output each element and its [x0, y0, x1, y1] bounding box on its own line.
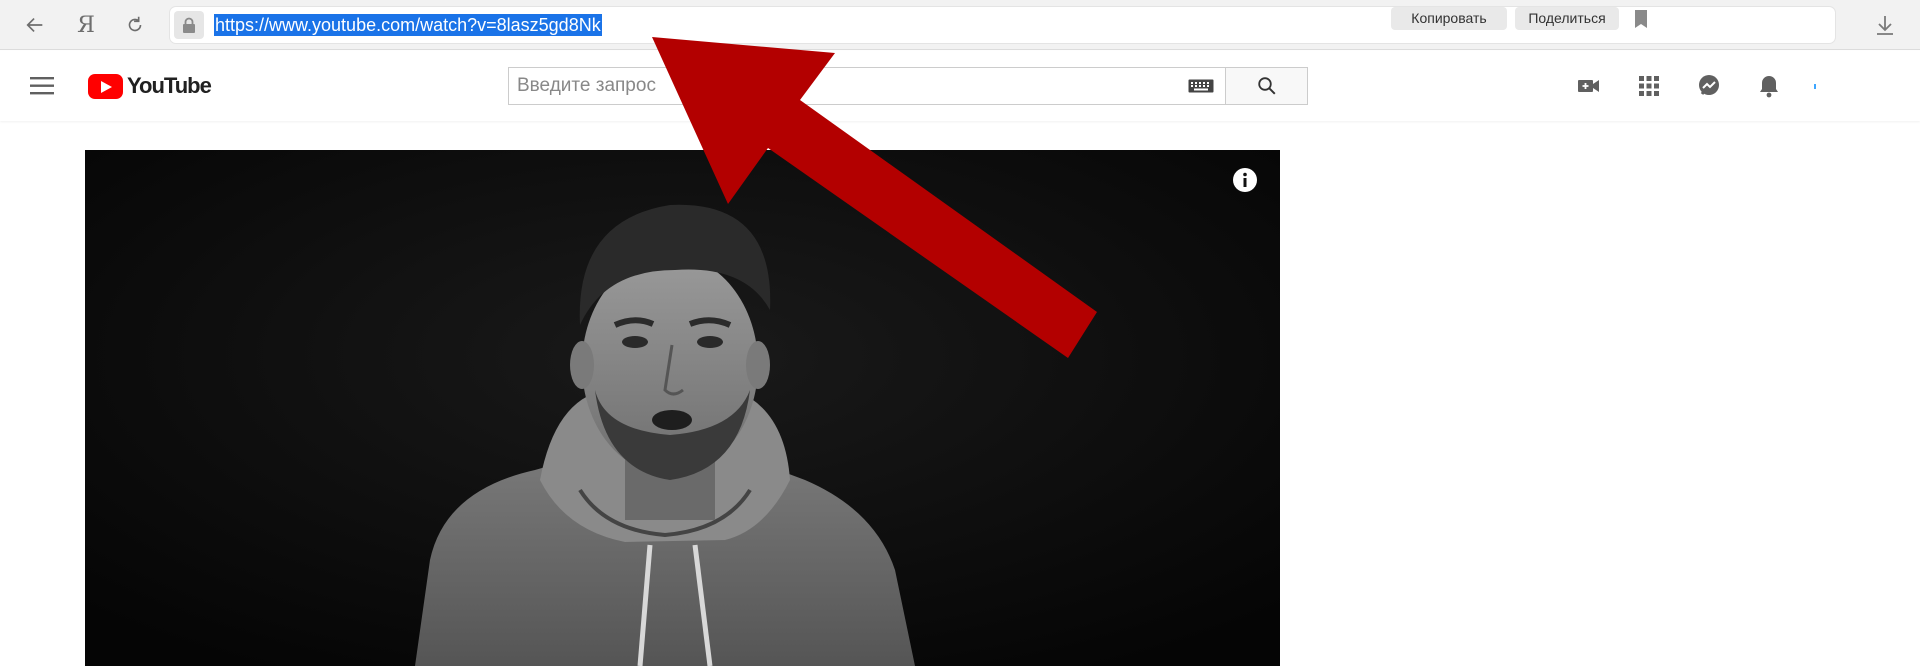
- back-button[interactable]: [20, 10, 50, 40]
- bookmark-icon[interactable]: [1632, 9, 1650, 29]
- menu-icon[interactable]: [30, 75, 58, 97]
- youtube-logo[interactable]: YouTube: [88, 73, 212, 99]
- url-text[interactable]: https://www.youtube.com/watch?v=8lasz5gd…: [214, 14, 602, 36]
- search-icon: [1257, 77, 1276, 95]
- youtube-play-icon: [88, 73, 123, 99]
- keyboard-icon[interactable]: [1188, 79, 1214, 93]
- browser-toolbar: Я https://www.youtube.com/watch?v=8lasz5…: [0, 0, 1920, 50]
- video-player[interactable]: [85, 150, 1280, 666]
- lock-icon[interactable]: [174, 11, 204, 39]
- copy-url-button[interactable]: Копировать: [1391, 7, 1507, 30]
- messages-icon[interactable]: [1694, 71, 1724, 101]
- logo-text: YouTube: [127, 73, 212, 98]
- create-video-icon[interactable]: [1574, 71, 1604, 101]
- youtube-masthead: YouTube Введите запрос: [0, 51, 1920, 121]
- notifications-icon[interactable]: [1754, 71, 1784, 101]
- reload-button[interactable]: [120, 10, 150, 40]
- video-frame: [85, 150, 1280, 666]
- search-button[interactable]: [1225, 67, 1308, 105]
- reload-icon: [128, 16, 142, 32]
- yandex-home-button[interactable]: Я: [71, 10, 101, 40]
- share-button[interactable]: Поделиться: [1515, 7, 1619, 30]
- back-arrow-icon: [26, 17, 43, 33]
- download-icon[interactable]: [1874, 14, 1896, 36]
- avatar[interactable]: [1814, 84, 1816, 89]
- search-input[interactable]: Введите запрос: [508, 67, 1226, 105]
- info-icon[interactable]: [1232, 167, 1258, 193]
- apps-icon[interactable]: [1634, 71, 1664, 101]
- search-bar: Введите запрос: [508, 67, 1308, 105]
